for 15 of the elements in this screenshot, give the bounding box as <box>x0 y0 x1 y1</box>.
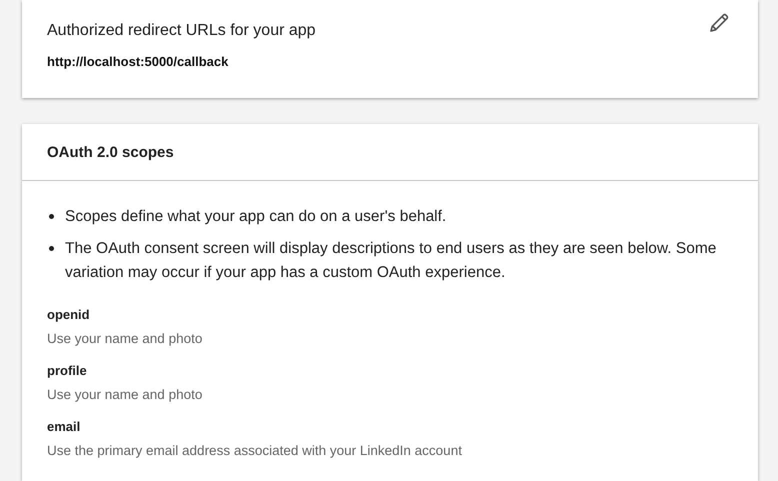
pencil-icon <box>708 12 730 34</box>
scope-description: Use your name and photo <box>47 331 204 347</box>
scope-name: profile <box>47 363 88 379</box>
scope-name: openid <box>47 307 91 323</box>
scope-description: Use your name and photo <box>47 387 204 403</box>
bullet-icon <box>49 246 54 251</box>
info-text: Scopes define what your app can do on a user's behalf. <box>65 207 446 227</box>
edit-button[interactable] <box>708 12 730 34</box>
card-title: Authorized redirect URLs for your app <box>47 21 316 41</box>
scope-description: Use the primary email address associated with your LinkedIn account <box>47 443 463 459</box>
info-text: The OAuth consent screen will display descriptions to end users as they are seen below. Some variation may occur if your app has a custom OAuth experience. <box>65 239 718 283</box>
scope-name: email <box>47 419 82 435</box>
redirect-url: http://localhost:5000/callback <box>47 54 230 70</box>
bullet-icon <box>49 214 54 219</box>
card-title: OAuth 2.0 scopes <box>47 144 174 160</box>
